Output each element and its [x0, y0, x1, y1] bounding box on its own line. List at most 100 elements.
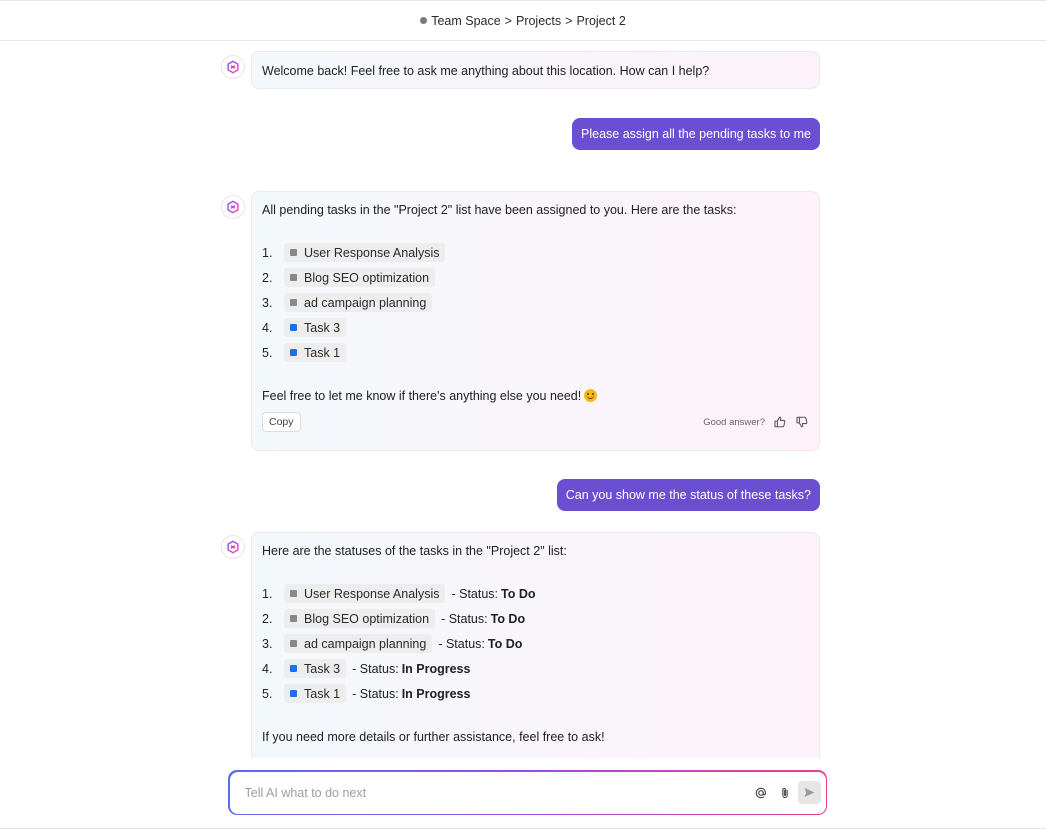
task-chip[interactable]: Blog SEO optimization — [284, 609, 436, 628]
breadcrumb-bar: Team Space > Projects > Project 2 — [0, 0, 1046, 41]
task-number: 1. — [262, 245, 273, 260]
task-number: 5. — [262, 345, 273, 360]
task-chip[interactable]: ad campaign planning — [284, 634, 433, 653]
task-item: 4. Task 3 — [262, 315, 809, 340]
task-status-square-icon — [290, 590, 297, 597]
thumbs-up-icon[interactable] — [773, 415, 787, 429]
feedback-label: Good answer? — [703, 416, 765, 428]
ai-message-intro: Here are the statuses of the tasks in th… — [262, 544, 567, 558]
task-item: 3. ad campaign planning — [262, 290, 809, 315]
copy-button[interactable]: Copy — [262, 412, 301, 432]
task-status: - Status: In Progress — [352, 662, 470, 676]
task-status-square-icon — [290, 249, 297, 256]
task-item: 5. Task 1 — [262, 340, 809, 365]
task-number: 2. — [262, 270, 273, 285]
task-status-square-icon — [290, 299, 297, 306]
ai-message-welcome: Welcome back! Feel free to ask me anythi… — [251, 51, 820, 89]
chat-input-box — [229, 771, 826, 814]
task-number: 3. — [262, 636, 273, 651]
status-value: To Do — [490, 611, 526, 626]
task-chip[interactable]: User Response Analysis — [284, 584, 446, 603]
task-chip[interactable]: Task 3 — [284, 318, 347, 337]
feedback-group: Good answer? — [703, 415, 809, 429]
ai-message-closing: Feel free to let me know if there's anyt… — [262, 388, 809, 404]
send-icon — [804, 788, 814, 797]
status-prefix: - Status: — [441, 611, 488, 626]
task-status: - Status: In Progress — [352, 687, 470, 701]
task-status-list: 1. User Response Analysis - Status: To Do 2.… — [262, 581, 809, 706]
task-item: 2. Blog SEO optimization - Status: To Do — [262, 606, 809, 631]
breadcrumb-separator: > — [504, 13, 512, 28]
status-prefix: - Status: — [451, 586, 499, 601]
task-name: Blog SEO optimization — [304, 611, 430, 626]
smile-emoji-icon — [584, 389, 598, 402]
task-number: 4. — [262, 320, 273, 335]
status-value: To Do — [501, 586, 536, 601]
task-name: Blog SEO optimization — [304, 270, 430, 285]
user-message: Can you show me the status of these task… — [556, 479, 820, 511]
ai-logo-icon — [221, 55, 245, 79]
task-name: Task 3 — [304, 320, 341, 335]
ai-logo-icon — [221, 535, 245, 559]
task-name: Task 3 — [304, 661, 341, 676]
task-item: 1. User Response Analysis — [262, 240, 809, 265]
task-item: 3. ad campaign planning - Status: To Do — [262, 631, 809, 656]
task-chip[interactable]: Task 3 — [284, 659, 347, 678]
status-value: In Progress — [401, 661, 471, 676]
breadcrumb-projects[interactable]: Projects — [516, 14, 561, 28]
ai-message-intro: All pending tasks in the "Project 2" lis… — [262, 203, 737, 217]
task-chip[interactable]: Task 1 — [284, 343, 347, 362]
task-chip[interactable]: ad campaign planning — [284, 293, 433, 312]
ai-logo-icon — [221, 195, 245, 219]
ai-message-text: Welcome back! Feel free to ask me anythi… — [262, 64, 710, 78]
ai-message-status: Here are the statuses of the tasks in th… — [251, 532, 820, 758]
ai-message-closing: If you need more details or further assi… — [262, 730, 605, 744]
task-name: Task 1 — [304, 345, 341, 360]
ai-message-assign: All pending tasks in the "Project 2" lis… — [251, 191, 820, 451]
task-status-square-icon — [290, 349, 297, 356]
paperclip-icon[interactable] — [777, 785, 793, 801]
at-icon[interactable] — [753, 785, 769, 801]
breadcrumb-team-space[interactable]: Team Space — [431, 14, 500, 28]
chat-thread[interactable]: Welcome back! Feel free to ask me anythi… — [0, 41, 1046, 758]
task-number: 4. — [262, 661, 273, 676]
breadcrumb-separator: > — [565, 13, 573, 28]
status-prefix: - Status: — [352, 686, 399, 701]
task-list: 1. User Response Analysis 2. Blog SEO optim… — [262, 240, 809, 365]
user-message: Please assign all the pending tasks to m… — [572, 118, 820, 150]
send-button[interactable] — [797, 781, 821, 804]
task-number: 1. — [262, 586, 273, 601]
bottom-divider — [0, 828, 1046, 829]
task-name: Task 1 — [304, 686, 341, 701]
status-value: To Do — [487, 636, 523, 651]
task-status-square-icon — [290, 324, 297, 331]
task-number: 3. — [262, 295, 273, 310]
chat-input[interactable] — [244, 785, 745, 800]
task-chip[interactable]: Task 1 — [284, 684, 347, 703]
task-chip[interactable]: User Response Analysis — [284, 243, 446, 262]
task-status-square-icon — [290, 615, 297, 622]
task-status: - Status: To Do — [438, 637, 522, 651]
space-dot-icon — [420, 17, 428, 24]
task-number: 2. — [262, 611, 273, 626]
task-name: ad campaign planning — [304, 295, 427, 310]
thumbs-down-icon[interactable] — [795, 415, 809, 429]
task-item: 2. Blog SEO optimization — [262, 265, 809, 290]
task-status-square-icon — [290, 690, 297, 697]
task-number: 5. — [262, 686, 273, 701]
task-status: - Status: To Do — [441, 612, 525, 626]
task-status-square-icon — [290, 665, 297, 672]
status-prefix: - Status: — [352, 661, 399, 676]
task-chip[interactable]: Blog SEO optimization — [284, 268, 436, 287]
chat-input-container — [228, 770, 827, 815]
task-name: User Response Analysis — [304, 586, 440, 601]
task-item: 4. Task 3 - Status: In Progress — [262, 656, 809, 681]
status-prefix: - Status: — [438, 636, 485, 651]
task-name: ad campaign planning — [304, 636, 427, 651]
breadcrumb-project-2[interactable]: Project 2 — [576, 14, 625, 28]
task-name: User Response Analysis — [304, 245, 440, 260]
task-status-square-icon — [290, 274, 297, 281]
task-status: - Status: To Do — [451, 587, 535, 601]
task-status-square-icon — [290, 640, 297, 647]
task-item: 5. Task 1 - Status: In Progress — [262, 681, 809, 706]
